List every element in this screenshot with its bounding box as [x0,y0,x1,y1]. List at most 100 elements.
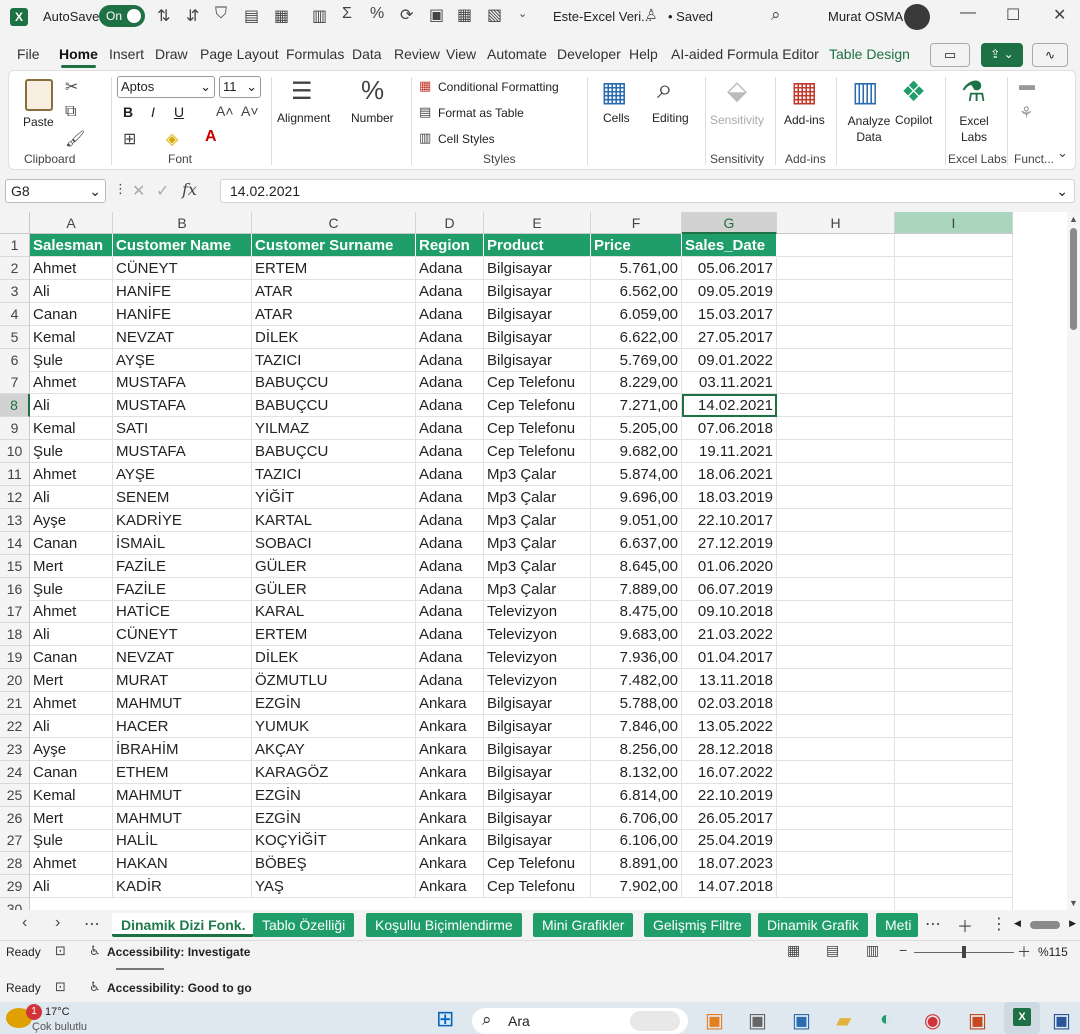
table-cell[interactable]: KARAGÖZ [252,760,416,784]
table-cell[interactable]: MURAT [113,669,252,693]
cells-button[interactable]: Cells [603,111,630,125]
sheet-tab[interactable]: Tablo Özelliği [253,913,355,937]
empty-cell[interactable] [895,302,1013,326]
table-cell[interactable]: 01.06.2020 [682,554,777,578]
sum-icon[interactable]: Σ [342,5,352,23]
table-cell[interactable]: MUSTAFA [113,371,252,395]
table-cell[interactable]: 18.06.2021 [682,463,777,486]
conditional-formatting-icon[interactable]: ▦ [419,78,431,94]
empty-cell[interactable] [777,760,895,784]
table-cell[interactable]: Ankara [416,875,484,899]
accessibility-icon[interactable]: ♿ [89,979,101,995]
table-cell[interactable]: İBRAHİM [113,737,252,761]
app-icon-3[interactable]: ▣ [792,1008,811,1033]
empty-cell[interactable] [895,669,1013,693]
row-header[interactable]: 18 [0,623,30,647]
tab-automate[interactable]: Automate [487,46,547,62]
table-cell[interactable]: HACER [113,714,252,738]
options-icon[interactable]: ⋮ [991,914,1007,934]
table-cell[interactable]: AYŞE [113,463,252,486]
addins-icon[interactable]: ▦ [791,75,817,108]
table-row-first-cell[interactable]: Ali [30,485,113,509]
increase-font-icon[interactable]: A˄ [216,103,234,119]
empty-cell[interactable] [777,577,895,601]
table-cell[interactable]: Bilgisayar [484,279,591,303]
table-cell[interactable]: HALİL [113,829,252,853]
table-cell[interactable]: ETHEM [113,760,252,784]
table-cell[interactable]: 7.902,00 [591,875,682,899]
table-cell[interactable]: Adana [416,279,484,303]
empty-cell[interactable] [895,760,1013,784]
empty-cell[interactable] [895,485,1013,509]
table-cell[interactable]: 06.07.2019 [682,577,777,601]
tab-ai-formula-editor[interactable]: AI-aided Formula Editor [671,46,819,62]
table-cell[interactable]: 8.475,00 [591,600,682,624]
table-row-first-cell[interactable]: Şule [30,348,113,372]
table-row-first-cell[interactable]: Ahmet [30,852,113,876]
row-header[interactable]: 17 [0,600,30,624]
form-icon[interactable]: ▤ [244,6,259,26]
empty-cell[interactable] [895,256,1013,280]
powerpoint-icon[interactable]: ▣ [968,1008,987,1033]
scroll-thumb[interactable] [1070,228,1077,330]
table-cell[interactable]: EZGİN [252,806,416,830]
prev-sheet-icon[interactable]: ‹ [22,914,27,932]
table-header-cell[interactable]: Sales_Date [682,234,777,257]
table-cell[interactable]: YILMAZ [252,417,416,441]
table-cell[interactable]: Bilgisayar [484,348,591,372]
table-cell[interactable]: FAZİLE [113,554,252,578]
format-as-table-button[interactable]: Format as Table [438,106,524,120]
cut-icon[interactable]: ✂ [65,77,78,97]
row-header[interactable]: 30 [0,898,30,910]
table-row-first-cell[interactable]: Canan [30,302,113,326]
alignment-icon[interactable]: ☰ [291,77,313,106]
table-cell[interactable]: 7.889,00 [591,577,682,601]
fill-color-icon[interactable]: ◈ [166,129,178,149]
scroll-left-icon[interactable]: ◀ [1014,918,1021,929]
empty-cell[interactable] [895,806,1013,830]
row-header[interactable]: 23 [0,737,30,761]
excel-labs-icon[interactable]: ⚗ [961,75,986,108]
empty-cell[interactable] [895,600,1013,624]
empty-cell[interactable] [895,852,1013,876]
table-cell[interactable]: Adana [416,669,484,693]
table-cell[interactable]: 6.059,00 [591,302,682,326]
empty-cell[interactable] [777,898,895,910]
empty-cell[interactable] [777,234,895,257]
table-cell[interactable]: Adana [416,394,484,418]
borders-icon[interactable]: ⊞ [123,129,136,149]
editing-icon[interactable]: ⌕ [657,73,673,106]
empty-cell[interactable] [777,692,895,715]
table-cell[interactable]: Adana [416,348,484,372]
tab-draw[interactable]: Draw [155,46,188,62]
comments-button[interactable]: ▭ [930,43,970,67]
empty-cell[interactable] [895,646,1013,670]
table-cell[interactable]: 7.482,00 [591,669,682,693]
table-cell[interactable]: BÖBEŞ [252,852,416,876]
vertical-scrollbar[interactable]: ▲ ▼ [1067,212,1080,910]
table-cell[interactable]: DİLEK [252,325,416,349]
table-cell[interactable]: TAZICI [252,348,416,372]
table-cell[interactable]: Bilgisayar [484,302,591,326]
empty-cell[interactable] [777,302,895,326]
table-cell[interactable]: 27.05.2017 [682,325,777,349]
insert-function-icon[interactable]: fx [182,180,197,199]
empty-cell[interactable] [777,600,895,624]
row-header[interactable]: 9 [0,417,30,441]
sheet-tab[interactable]: Koşullu Biçimlendirme [366,913,522,937]
alignment-button[interactable]: Alignment [277,111,330,125]
table-cell[interactable]: KADİR [113,875,252,899]
table-cell[interactable]: Mp3 Çalar [484,531,591,555]
sort-asc-icon[interactable]: ⇅ [157,6,170,26]
selected-cell[interactable]: 14.02.2021 [682,394,777,418]
row-header[interactable]: 15 [0,554,30,578]
table-cell[interactable]: Bilgisayar [484,692,591,715]
table-cell[interactable]: SENEM [113,485,252,509]
sheet-tab[interactable]: Meti [876,913,918,937]
sort-desc-icon[interactable]: ⇵ [186,6,199,26]
table-cell[interactable]: Ankara [416,714,484,738]
table-cell[interactable]: Cep Telefonu [484,371,591,395]
table-cell[interactable]: Adana [416,256,484,280]
sheet-tab[interactable]: Dinamik Dizi Fonk. [112,913,255,937]
table-cell[interactable]: 7.846,00 [591,714,682,738]
